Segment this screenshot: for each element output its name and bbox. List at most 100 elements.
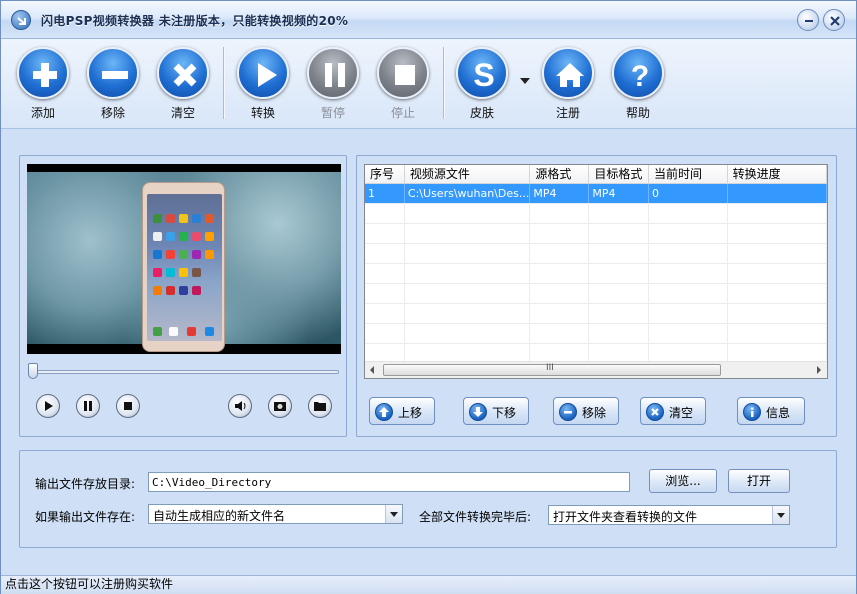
remove-label: 移除 xyxy=(100,106,125,120)
toolbar-separator xyxy=(223,47,225,119)
convert-button[interactable]: 转换 xyxy=(233,47,293,127)
snapshot-button[interactable] xyxy=(268,394,292,418)
table-row-empty xyxy=(365,263,827,284)
cell-current-time: 0 xyxy=(648,183,728,204)
pause-icon xyxy=(325,63,345,87)
table-header-row: 序号 视频源文件 源格式 目标格式 当前时间 转换进度 xyxy=(365,165,827,184)
main-window: 闪电PSP视频转换器 未注册版本，只能转换视频的20% 添加 移除 清空 转换 xyxy=(0,0,857,594)
preview-play-button[interactable] xyxy=(36,394,60,418)
open-folder-button[interactable] xyxy=(308,394,332,418)
play-icon xyxy=(258,63,277,87)
file-list-table[interactable]: 序号 视频源文件 源格式 目标格式 当前时间 转换进度 1 C:\Users\w… xyxy=(364,164,828,379)
title-bar: 闪电PSP视频转换器 未注册版本，只能转换视频的20% xyxy=(1,1,856,39)
video-frame-image xyxy=(27,172,341,352)
stop-button[interactable]: 停止 xyxy=(373,47,433,127)
info-icon xyxy=(751,407,754,417)
question-icon: ? xyxy=(631,60,649,93)
after-convert-label: 全部文件转换完毕后: xyxy=(419,510,532,524)
info-button[interactable]: 信息 xyxy=(737,397,805,425)
column-header-current-time[interactable]: 当前时间 xyxy=(648,165,728,184)
video-preview xyxy=(27,164,341,354)
column-header-src-format[interactable]: 源格式 xyxy=(529,165,590,184)
output-dir-label: 输出文件存放目录: xyxy=(35,477,136,491)
stop-icon xyxy=(124,402,132,410)
x-icon xyxy=(173,63,197,87)
app-logo-icon[interactable] xyxy=(11,10,31,30)
move-down-label: 下移 xyxy=(492,406,517,420)
table-row[interactable]: 1 C:\Users\wuhan\Des... MP4 MP4 0 xyxy=(365,183,827,204)
cell-dst-format: MP4 xyxy=(588,183,650,204)
convert-label: 转换 xyxy=(250,106,275,120)
minus-icon xyxy=(102,71,128,79)
register-label: 注册 xyxy=(555,106,580,120)
move-up-button[interactable]: 上移 xyxy=(369,397,435,425)
arrow-down-icon xyxy=(473,407,483,417)
list-clear-button[interactable]: 清空 xyxy=(640,397,706,425)
column-header-dst-format[interactable]: 目标格式 xyxy=(588,165,650,184)
plus-icon xyxy=(33,63,57,87)
close-button[interactable] xyxy=(823,9,845,31)
minus-icon xyxy=(564,411,572,414)
remove-button[interactable]: 移除 xyxy=(83,47,143,127)
stop-label: 停止 xyxy=(390,106,415,120)
file-exists-select[interactable]: 自动生成相应的新文件名 xyxy=(148,504,403,524)
volume-button[interactable] xyxy=(228,394,252,418)
column-header-source[interactable]: 视频源文件 xyxy=(404,165,531,184)
scroll-grip: III xyxy=(546,363,554,373)
open-dir-button[interactable]: 打开 xyxy=(728,469,790,493)
preview-pause-button[interactable] xyxy=(76,394,100,418)
stop-icon xyxy=(395,65,415,85)
cell-index: 1 xyxy=(365,183,405,204)
chevron-down-icon[interactable] xyxy=(772,506,789,524)
column-header-progress[interactable]: 转换进度 xyxy=(727,165,827,184)
add-button[interactable]: 添加 xyxy=(13,47,73,127)
home-icon xyxy=(556,63,584,87)
cell-source: C:\Users\wuhan\Des... xyxy=(404,183,531,204)
scrollbar-thumb[interactable]: III xyxy=(383,363,721,376)
playback-slider-thumb[interactable] xyxy=(28,363,38,379)
play-icon xyxy=(45,401,53,411)
close-icon xyxy=(830,16,840,26)
snapshot-icon xyxy=(274,402,286,411)
skin-dropdown-arrow-icon[interactable] xyxy=(520,78,530,84)
folder-icon xyxy=(314,402,326,411)
help-button[interactable]: ? 帮助 xyxy=(608,47,668,127)
playback-slider-track[interactable] xyxy=(29,370,339,374)
table-row-empty xyxy=(365,203,827,224)
pause-button[interactable]: 暂停 xyxy=(303,47,363,127)
window-title: 闪电PSP视频转换器 未注册版本，只能转换视频的20% xyxy=(41,14,349,28)
after-convert-select[interactable]: 打开文件夹查看转换的文件 xyxy=(548,505,790,525)
output-dir-field[interactable]: C:\Video_Directory xyxy=(148,472,630,492)
table-row-empty xyxy=(365,323,827,344)
list-remove-button[interactable]: 移除 xyxy=(553,397,619,425)
minimize-button[interactable] xyxy=(797,9,819,31)
file-exists-label: 如果输出文件存在: xyxy=(35,510,136,524)
pause-label: 暂停 xyxy=(320,106,345,120)
after-convert-value: 打开文件夹查看转换的文件 xyxy=(553,510,698,524)
skin-label: 皮肤 xyxy=(469,106,494,120)
chevron-down-icon[interactable] xyxy=(385,505,402,523)
info-label: 信息 xyxy=(766,406,791,420)
table-row-empty xyxy=(365,283,827,304)
register-button[interactable]: 注册 xyxy=(538,47,598,127)
scroll-left-arrow-icon[interactable] xyxy=(370,366,374,374)
cell-progress xyxy=(727,183,827,204)
file-exists-value: 自动生成相应的新文件名 xyxy=(153,509,286,523)
toolbar: 添加 移除 清空 转换 暂停 停止 S 皮肤 注册 ? 帮助 xyxy=(1,39,856,129)
preview-stop-button[interactable] xyxy=(116,394,140,418)
status-bar: 点击这个按钮可以注册购买软件 xyxy=(1,575,856,594)
clear-button[interactable]: 清空 xyxy=(153,47,213,127)
skin-button[interactable]: S 皮肤 xyxy=(452,47,512,127)
scroll-right-arrow-icon[interactable] xyxy=(817,366,821,374)
table-row-empty xyxy=(365,223,827,244)
table-row-empty xyxy=(365,303,827,324)
move-down-button[interactable]: 下移 xyxy=(463,397,529,425)
arrow-up-icon xyxy=(379,407,389,417)
column-header-index[interactable]: 序号 xyxy=(365,165,405,184)
svg-text:S: S xyxy=(473,57,494,93)
skin-s-icon: S xyxy=(473,57,494,93)
output-settings-panel: 输出文件存放目录: C:\Video_Directory 浏览... 打开 如果… xyxy=(19,450,837,548)
horizontal-scrollbar[interactable]: III xyxy=(365,361,827,378)
browse-button[interactable]: 浏览... xyxy=(649,469,717,493)
move-up-label: 上移 xyxy=(398,406,423,420)
